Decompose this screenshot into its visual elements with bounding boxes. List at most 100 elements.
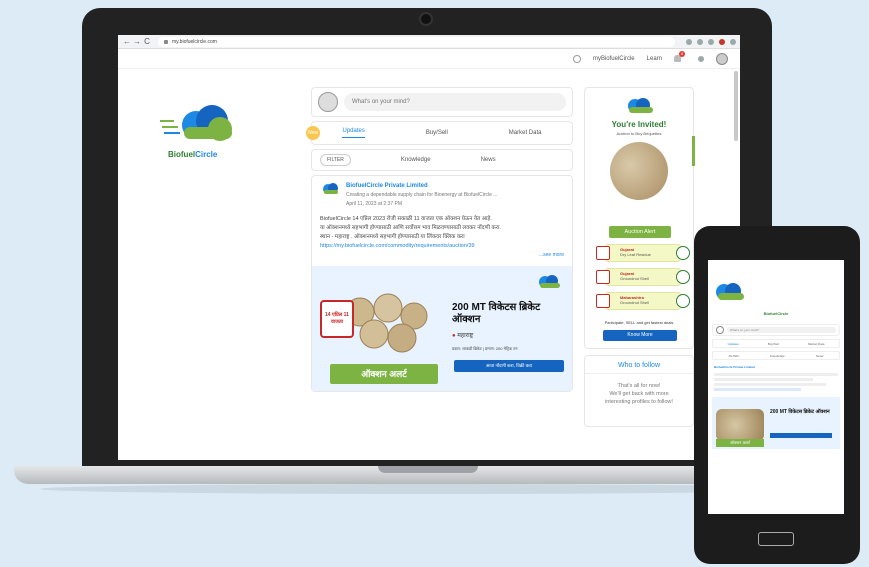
my-biofuelcircle-link[interactable]: myBiofuelCircle [593, 56, 635, 62]
feed-column: What's on your mind? New Updates Buy/Sel… [306, 87, 573, 396]
tab-market-data[interactable]: Market Data [509, 130, 542, 136]
app-header: myBiofuelCircle Learn 8 [118, 49, 740, 69]
auction-item[interactable]: Gujarat Groundnut Shell [596, 268, 690, 286]
phone-banner-alert: ऑक्शन अलर्ट [716, 439, 764, 447]
cloud-logo-icon [160, 105, 232, 141]
lock-icon [164, 39, 168, 44]
laptop-frame: ← → C my.biofuelcircle.com myBiofuelCirc… [82, 8, 772, 470]
phone-tab-updates[interactable]: Updates [728, 342, 739, 346]
help-icon[interactable] [698, 55, 704, 62]
extension-icon[interactable] [708, 38, 714, 45]
phone-tab-market-data[interactable]: Market Data [808, 342, 824, 346]
phone-banner-title: 200 MT विकेटस ब्रिकेट ऑक्शन [770, 409, 830, 415]
post-subtitle: Creating a dependable supply chain for B… [346, 192, 498, 198]
banner-register-button[interactable]: आता नोंदणी करा, विक्री करा [454, 360, 564, 372]
learn-link[interactable]: Learn [647, 56, 662, 62]
filter-bar: FILTER Knowledge News [311, 149, 573, 171]
phone-auction-banner[interactable]: 200 MT विकेटस ब्रिकेट ऑक्शन ऑक्शन अलर्ट [712, 397, 840, 449]
new-badge: New [306, 126, 320, 140]
banner-title: 200 MT विकेटस ब्रिकेट ऑक्शन [452, 302, 541, 325]
calendar-icon [596, 294, 610, 308]
who-to-follow-message: That's all for now! We'll get back with … [605, 383, 673, 405]
invite-card[interactable]: You're Invited! Auction to Buy Briquette… [584, 87, 695, 349]
search-icon[interactable] [572, 54, 581, 63]
star-icon[interactable] [697, 38, 703, 45]
phone-filter-button[interactable]: FILTER [729, 354, 739, 358]
brand-logo[interactable]: BiofuelCircle [158, 103, 248, 159]
auction-item[interactable]: Gujarat Dry Leaf Residue [596, 244, 690, 262]
know-more-button[interactable]: Know More [603, 330, 677, 341]
forward-button[interactable]: → [132, 37, 142, 46]
accent-bar [692, 136, 695, 166]
reload-button[interactable]: C [142, 37, 152, 46]
filter-button[interactable]: FILTER [320, 154, 351, 166]
home-button[interactable] [758, 532, 794, 546]
phone-briquette-image [716, 409, 764, 441]
phone-compose-input[interactable]: What's on your mind? [727, 327, 836, 333]
tab-updates[interactable]: Updates [342, 128, 365, 138]
calendar-icon [596, 246, 610, 260]
share-icon[interactable] [686, 38, 692, 45]
post-date: April 11, 2023 at 2:37 PM [346, 201, 403, 207]
address-bar[interactable]: my.biofuelcircle.com [158, 36, 675, 47]
calendar-icon: 14 एप्रिल 11 वाजता [320, 300, 354, 338]
phone-frame: BiofuelCircle What's on your mind? Updat… [694, 226, 860, 564]
url-text: my.biofuelcircle.com [172, 38, 217, 45]
post-header: BiofuelCircle Private Limited Creating a… [320, 182, 564, 209]
banner-detail: प्रकार: लाकडी ब्रिकेट | प्रमाण: 200 मेट्… [452, 346, 518, 351]
who-to-follow-card: Who to follow That's all for now! We'll … [584, 355, 694, 427]
bell-icon[interactable]: 8 [674, 51, 685, 62]
browser-toolbar: ← → C my.biofuelcircle.com [118, 35, 740, 49]
invite-footer: Participate, SELL and get fastest deals [604, 320, 674, 325]
phone-brand: BiofuelCircle [763, 311, 789, 316]
invite-subtitle: Auction to Buy Briquettes [616, 131, 662, 136]
tab-buy-sell[interactable]: Buy/Sell [426, 130, 448, 136]
post-link[interactable]: https://my.biofuelcircle.com/commodity/r… [320, 242, 564, 251]
phone-post: BiofuelCircle Private Limited [712, 363, 840, 393]
post-text-3: स्थान - महाराष्ट्र . ऑक्शनमध्ये सहभागी ह… [320, 234, 465, 240]
post-card: BiofuelCircle Private Limited Creating a… [311, 175, 573, 392]
phone-banner-button[interactable] [770, 433, 832, 438]
profile-icon[interactable] [719, 38, 725, 45]
back-button[interactable]: ← [122, 37, 132, 46]
globe-icon [676, 270, 690, 284]
invite-logo-icon [628, 98, 653, 113]
filter-knowledge[interactable]: Knowledge [401, 157, 431, 163]
auction-alert-pill: Auction Alert [609, 226, 671, 238]
right-panel: You're Invited! Auction to Buy Briquette… [584, 87, 695, 427]
avatar[interactable] [716, 52, 728, 65]
filter-news[interactable]: News [481, 157, 496, 163]
phone-filter-news[interactable]: News [816, 354, 824, 358]
invite-title: You're Invited! [611, 120, 667, 129]
laptop-notch [378, 466, 478, 473]
notification-badge: 8 [679, 51, 685, 57]
who-to-follow-title: Who to follow [585, 362, 693, 374]
user-avatar [318, 92, 338, 112]
company-logo-icon [323, 183, 338, 194]
globe-icon [676, 294, 690, 308]
globe-icon [676, 246, 690, 260]
laptop-screen: ← → C my.biofuelcircle.com myBiofuelCirc… [118, 35, 740, 460]
compose-input[interactable]: What's on your mind? [344, 93, 566, 111]
auction-item[interactable]: Maharashtra Groundnut Shell [596, 292, 690, 310]
scrollbar[interactable] [734, 71, 738, 141]
phone-post-author[interactable]: BiofuelCircle Private Limited [714, 365, 838, 370]
brand-mini-logo-icon [539, 275, 560, 288]
phone-compose: What's on your mind? [712, 324, 840, 336]
post-text-1: BiofuelCircle 14 एप्रिल 2023 रोजी सकाळी … [320, 216, 492, 222]
location-pin-icon: ● [452, 333, 456, 339]
brand-name: BiofuelCircle [168, 150, 218, 159]
phone-logo-icon [716, 283, 744, 300]
feed-tabs: New Updates Buy/Sell Market Data [306, 121, 573, 145]
see-more-link[interactable]: ...see more [320, 251, 564, 260]
phone-tab-buy-sell[interactable]: Buy/Sell [768, 342, 779, 346]
post-author[interactable]: BiofuelCircle Private Limited [346, 182, 497, 191]
phone-tabs: Updates Buy/Sell Market Data [712, 339, 840, 348]
phone-filter-knowledge[interactable]: Knowledge [770, 354, 785, 358]
banner-alert-label: ऑक्शन अलर्ट [330, 364, 438, 384]
phone-screen: BiofuelCircle What's on your mind? Updat… [708, 260, 844, 514]
post-text-2: या ऑक्शनमध्ये सहभागी होण्यासाठी आणि सर्व… [320, 225, 501, 231]
auction-banner-image[interactable]: 14 एप्रिल 11 वाजता 200 MT विकेटस ब्रिकेट… [312, 266, 572, 391]
phone-filters: FILTER Knowledge News [712, 351, 840, 360]
menu-icon[interactable] [730, 38, 736, 45]
